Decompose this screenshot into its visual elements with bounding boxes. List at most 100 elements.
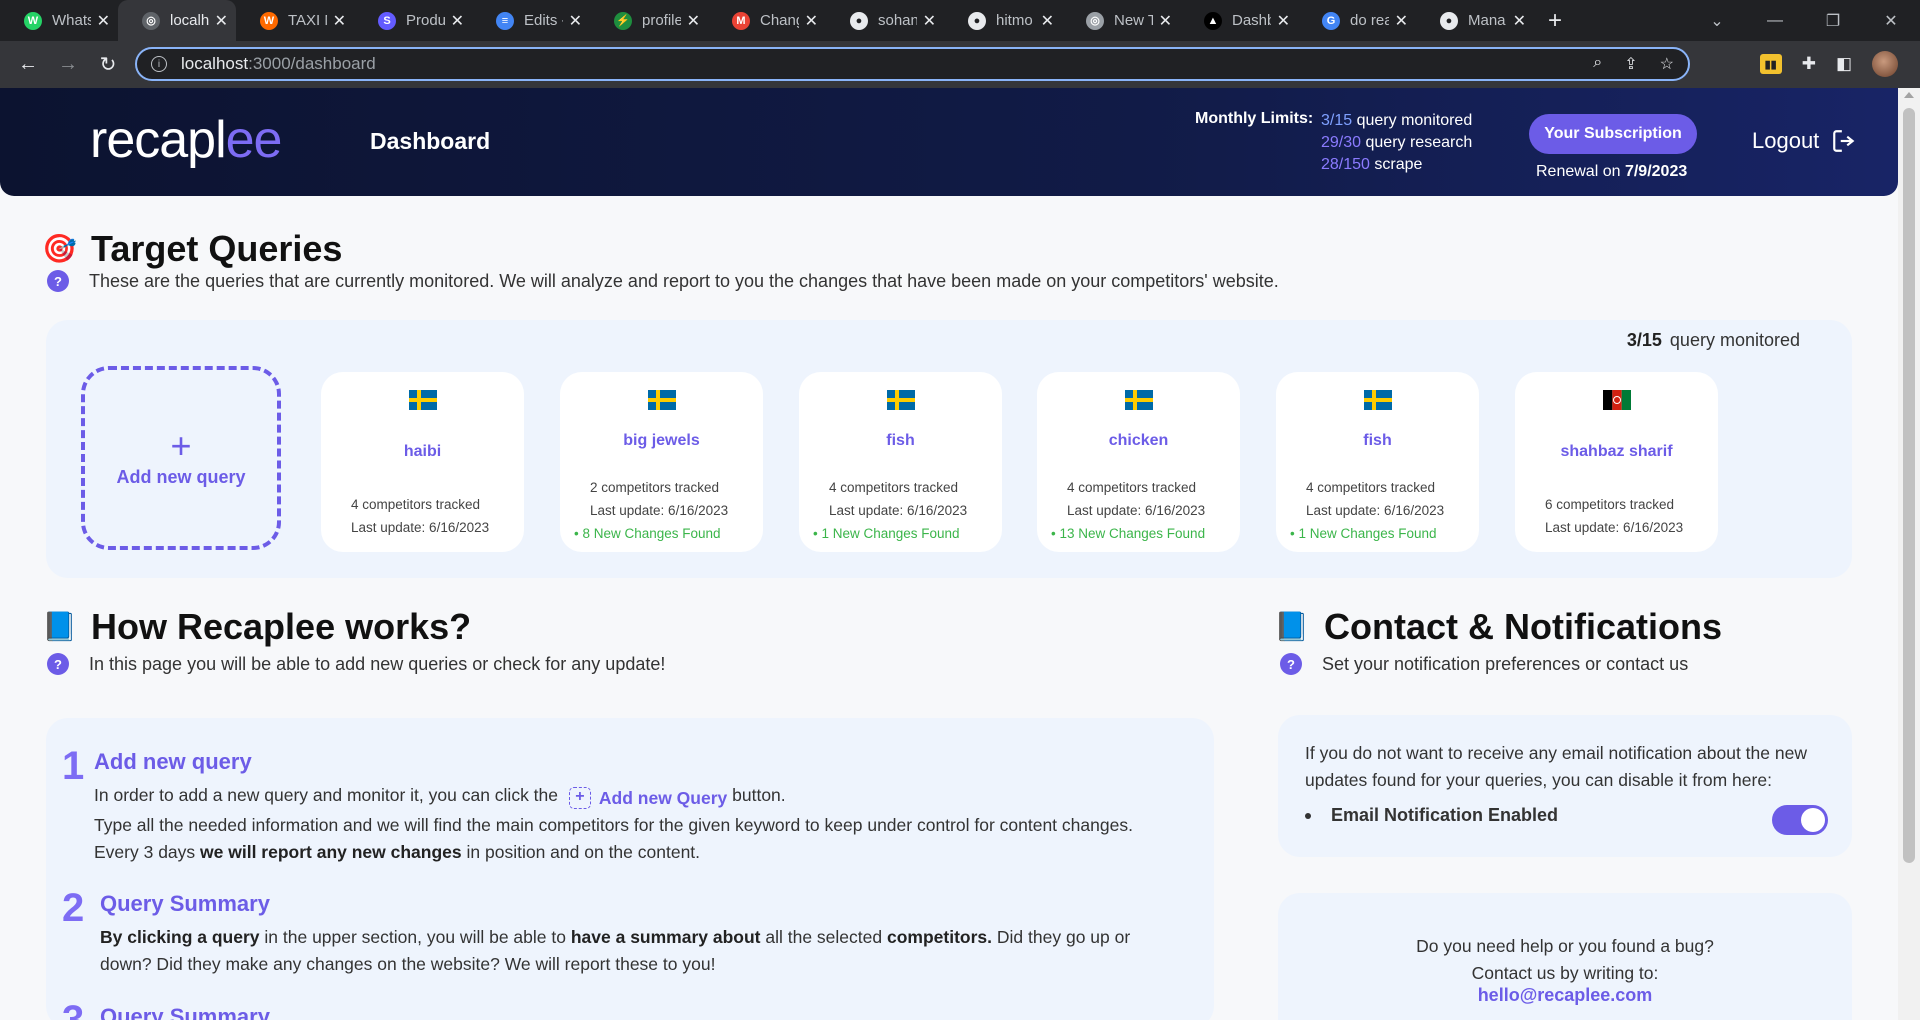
monitored-value: 3/15: [1626, 330, 1662, 350]
site-info-icon[interactable]: i: [151, 56, 167, 72]
competitors-tracked: 4 competitors tracked: [829, 480, 959, 495]
help-icon[interactable]: ?: [47, 653, 69, 675]
help-icon[interactable]: ?: [47, 270, 69, 292]
extensions-puzzle-icon[interactable]: ✚: [1802, 54, 1816, 74]
browser-tab[interactable]: ◎ New T ✕: [1062, 0, 1180, 41]
back-icon[interactable]: ←: [8, 53, 48, 76]
tab-label: profile: [642, 12, 681, 29]
tab-close-icon[interactable]: ✕: [333, 11, 346, 31]
browser-tab[interactable]: ⚡ profile ✕: [590, 0, 708, 41]
tab-favicon: G: [1322, 11, 1340, 30]
target-queries-subtitle: These are the queries that are currently…: [89, 271, 1279, 291]
tab-close-icon[interactable]: ✕: [1513, 11, 1526, 31]
browser-tab[interactable]: ▲ Dashb ✕: [1180, 0, 1298, 41]
query-meta: 2 competitors tracked Last update: 6/16/2…: [574, 476, 729, 545]
step-text: Every 3 days: [94, 841, 196, 862]
address-input[interactable]: i localhost:3000/dashboard ⌕ ⇪ ☆: [135, 47, 1690, 81]
step-title: Query Summary: [100, 891, 270, 916]
step2-text: By clicking a query in the upper section…: [100, 924, 1200, 978]
renewal-label: Renewal on: [1536, 163, 1621, 180]
browser-tab-bar: WWhats✕◎localh✕WTAXI N✕SProdu✕≡Edits -✕⚡…: [0, 0, 1920, 41]
query-name: haibi: [403, 443, 442, 460]
queries-panel: 3/15 query monitored + Add new query haib…: [46, 320, 1852, 578]
tab-favicon: S: [378, 11, 396, 30]
bullet: [1305, 813, 1311, 820]
bookmark-star-icon[interactable]: ☆: [1660, 54, 1674, 74]
tab-close-icon[interactable]: ✕: [1277, 11, 1290, 31]
add-new-query-link[interactable]: + Add new Query: [563, 785, 727, 812]
tab-close-icon[interactable]: ✕: [1159, 11, 1172, 31]
tab-close-icon[interactable]: ✕: [97, 11, 110, 31]
subscription-button[interactable]: Your Subscription: [1529, 114, 1697, 154]
email-notification-toggle[interactable]: [1772, 805, 1828, 835]
url-path: :3000/dashboard: [248, 54, 376, 73]
tab-close-icon[interactable]: ✕: [805, 11, 818, 31]
browser-tab[interactable]: S Produ ✕: [354, 0, 472, 41]
url-host: localhost: [181, 54, 249, 73]
browser-tab[interactable]: W Whats ✕: [0, 0, 118, 41]
tab-favicon: ●: [850, 11, 868, 30]
page-scrollbar[interactable]: [1898, 88, 1920, 1020]
tab-label: hitmo: [996, 12, 1033, 29]
tab-label: New T: [1114, 12, 1153, 29]
add-new-query-button[interactable]: + Add new query: [81, 366, 281, 550]
query-card[interactable]: big jewels 2 competitors tracked Last upda…: [560, 372, 763, 552]
browser-tab[interactable]: M Chang ✕: [708, 0, 826, 41]
limit-value: 28/150: [1321, 156, 1370, 173]
tab-close-icon[interactable]: ✕: [215, 11, 228, 31]
browser-tab[interactable]: ● sohan ✕: [826, 0, 944, 41]
limit-label: query monitored: [1356, 112, 1473, 129]
forward-icon[interactable]: →: [48, 53, 88, 76]
tab-favicon: ◎: [1086, 11, 1104, 30]
reload-icon[interactable]: ↻: [88, 52, 128, 77]
query-card[interactable]: chicken 4 competitors tracked Last update:…: [1037, 372, 1240, 552]
tab-close-icon[interactable]: ✕: [451, 11, 464, 31]
new-changes-text: 13 New Changes Found: [1059, 526, 1206, 541]
share-icon[interactable]: ⇪: [1624, 54, 1637, 74]
query-card[interactable]: fish 4 competitors tracked Last update: 6/…: [1276, 372, 1479, 552]
query-meta: 6 competitors tracked Last update: 6/16/2…: [1545, 493, 1683, 539]
help-icon[interactable]: ?: [1280, 653, 1302, 675]
browser-tab[interactable]: ● Mana ✕: [1416, 0, 1534, 41]
tab-close-icon[interactable]: ✕: [569, 11, 582, 31]
query-card[interactable]: shahbaz sharif 6 competitors tracked Last …: [1515, 372, 1718, 552]
tab-close-icon[interactable]: ✕: [687, 11, 700, 31]
email-notification-label: Email Notification Enabled: [1331, 805, 1559, 825]
profile-avatar[interactable]: [1872, 51, 1898, 77]
scroll-up-icon[interactable]: [1904, 92, 1914, 98]
last-update: Last update: 6/16/2023: [1306, 503, 1445, 518]
browser-tab[interactable]: W TAXI N ✕: [236, 0, 354, 41]
step-text: all the selected: [765, 927, 883, 947]
query-card[interactable]: haibi 4 competitors tracked Last update: 6…: [321, 372, 524, 552]
window-controls: ⌄ — ❐ ✕: [1688, 0, 1920, 41]
contact-email-link[interactable]: hello@recaplee.com: [1278, 985, 1852, 1006]
browser-tab[interactable]: ◎ localh ✕: [118, 0, 236, 41]
tab-search-icon[interactable]: ⌄: [1688, 11, 1746, 31]
recaplee-logo[interactable]: recaplee: [90, 110, 282, 170]
browser-tab[interactable]: ● hitmo ✕: [944, 0, 1062, 41]
close-window-icon[interactable]: ✕: [1862, 11, 1920, 31]
logout-label: Logout: [1752, 128, 1820, 153]
tab-label: TAXI N: [288, 12, 327, 29]
last-update: Last update: 6/16/2023: [590, 503, 729, 518]
tab-label: Edits -: [524, 12, 563, 29]
restore-icon[interactable]: ❐: [1804, 11, 1862, 31]
queries-monitored-count: 3/15 query monitored: [1627, 330, 1800, 351]
tab-close-icon[interactable]: ✕: [1041, 11, 1054, 31]
logout-button[interactable]: Logout: [1752, 128, 1857, 154]
side-panel-icon[interactable]: ◧: [1836, 54, 1852, 74]
scrollbar-thumb[interactable]: [1903, 108, 1915, 863]
minimize-icon[interactable]: —: [1746, 12, 1804, 30]
query-card[interactable]: fish 4 competitors tracked Last update: 6/…: [799, 372, 1002, 552]
zoom-icon[interactable]: ⌕: [1593, 54, 1602, 74]
extension-icon[interactable]: ▮▮: [1759, 54, 1782, 74]
new-tab-button[interactable]: +: [1548, 7, 1562, 35]
tab-close-icon[interactable]: ✕: [1395, 11, 1408, 31]
competitors-tracked: 4 competitors tracked: [1067, 480, 1197, 495]
step-title: Query Summary: [100, 1004, 270, 1020]
monthly-limits-label: Monthly Limits:: [1195, 110, 1314, 127]
browser-tab[interactable]: Gdo rea ✕: [1298, 0, 1416, 41]
browser-tab[interactable]: ≡ Edits - ✕: [472, 0, 590, 41]
tab-close-icon[interactable]: ✕: [923, 11, 936, 31]
query-name: chicken: [1108, 432, 1169, 449]
